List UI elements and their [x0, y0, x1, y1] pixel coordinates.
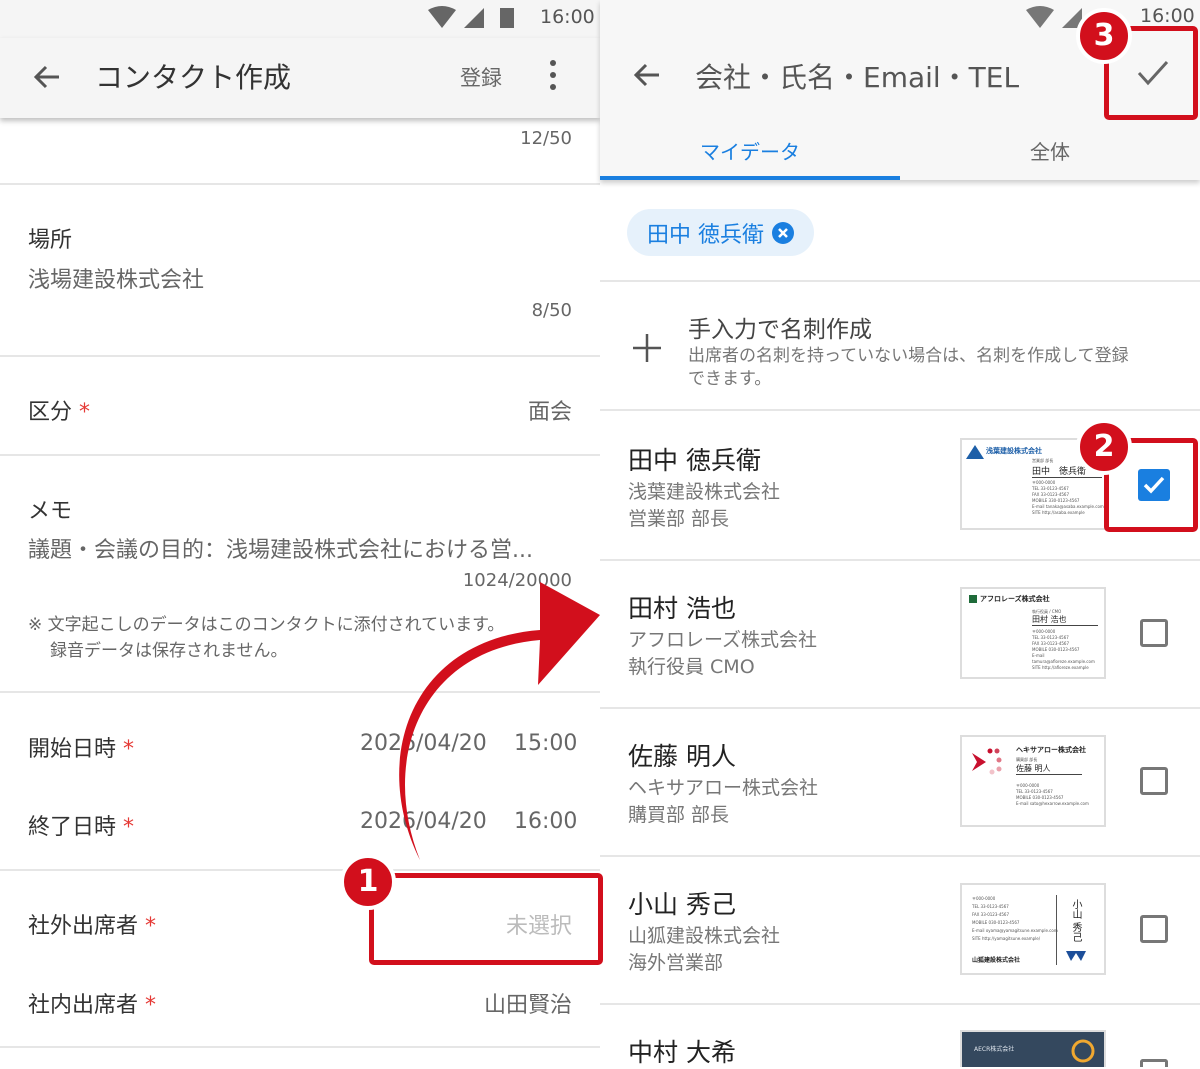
step-badge-1: 1 [340, 854, 396, 910]
highlight-external-attendee [369, 873, 603, 965]
step-badge-2: 2 [1076, 419, 1132, 475]
step-badge-3: 3 [1076, 8, 1132, 64]
